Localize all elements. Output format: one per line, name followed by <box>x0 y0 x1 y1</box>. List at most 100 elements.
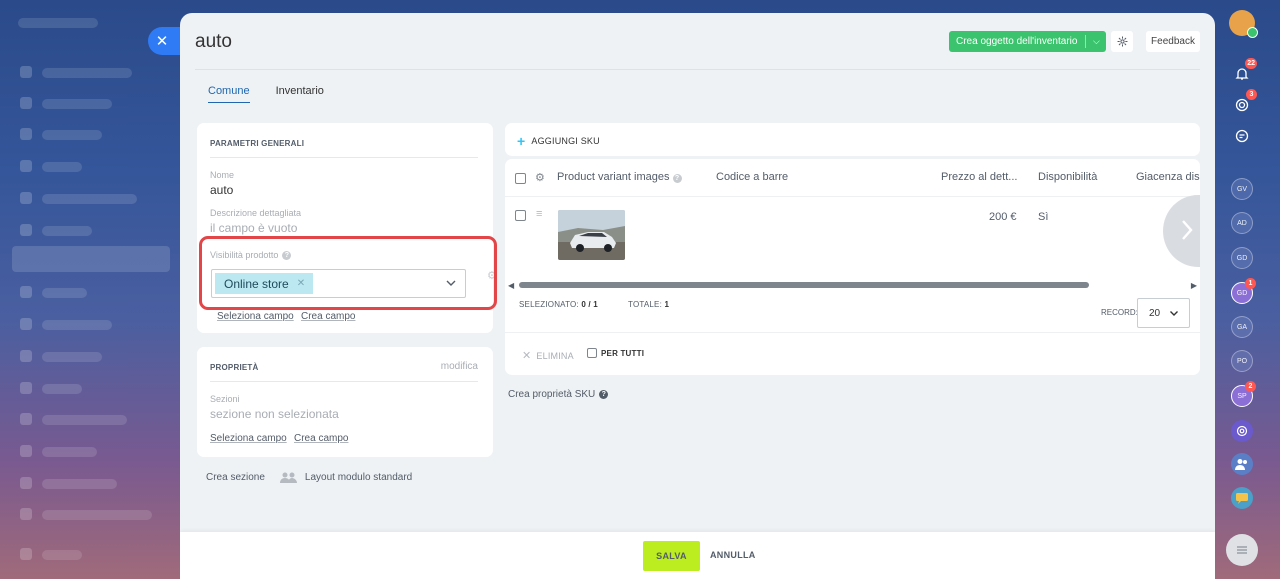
horizontal-scrollbar[interactable] <box>519 282 1089 288</box>
selected-count: SELEZIONATO: 0 / 1 <box>519 300 598 309</box>
tab-inventario[interactable]: Inventario <box>276 85 324 103</box>
row-checkbox[interactable] <box>515 210 526 221</box>
close-icon: ✕ <box>155 33 169 50</box>
chat-icon <box>1235 129 1249 143</box>
select-field-link[interactable]: Seleziona campo <box>210 433 287 444</box>
records-per-page-select[interactable]: 20 <box>1137 298 1190 328</box>
menu-row <box>42 320 112 330</box>
properties-card: PROPRIETÀ modifica Sezioni sezione non s… <box>197 347 493 457</box>
sku-table-card: ⚙ Product variant images ? Codice a barr… <box>505 159 1200 375</box>
contact-avatar-ad[interactable]: AD <box>1231 212 1253 234</box>
sections-value[interactable]: sezione non selezionata <box>210 407 339 421</box>
tab-comune[interactable]: Comune <box>208 85 250 103</box>
add-sku-button[interactable]: + AGGIUNGI SKU <box>517 133 600 149</box>
settings-button[interactable] <box>1111 31 1133 52</box>
users-icon <box>279 472 297 483</box>
menu-row <box>42 162 82 172</box>
channel-button[interactable] <box>1231 420 1253 442</box>
user-avatar[interactable] <box>1229 10 1258 38</box>
contact-avatar-ga[interactable]: GA <box>1231 316 1253 338</box>
column-header-images[interactable]: Product variant images ? <box>557 171 682 183</box>
menu-dot <box>20 413 32 425</box>
contact-avatar-gd-2[interactable]: GD 1 <box>1231 278 1256 304</box>
delete-button[interactable]: ✕ ELIMINA <box>522 349 574 362</box>
avatar-badge: 2 <box>1245 381 1256 392</box>
header-divider <box>195 69 1200 70</box>
records-value: 20 <box>1149 307 1161 319</box>
for-all-checkbox-box[interactable] <box>587 348 597 358</box>
column-header-stock[interactable]: Giacenza disp <box>1136 171 1200 183</box>
create-sku-property-link[interactable]: Crea proprietà SKU ? <box>508 389 609 400</box>
message-icon <box>1236 493 1248 504</box>
scroll-left-arrow-icon[interactable]: ◀ <box>508 281 514 290</box>
visibility-select[interactable]: Online store ✕ <box>211 269 466 298</box>
visibility-tag: Online store ✕ <box>215 273 314 294</box>
row-price[interactable]: 200 € <box>989 211 1017 223</box>
create-inventory-object-button[interactable]: Crea oggetto dell'inventario ⌵ <box>949 31 1107 52</box>
select-field-link[interactable]: Seleziona campo <box>217 311 294 322</box>
help-icon[interactable]: ? <box>672 174 682 183</box>
notifications-button[interactable]: 22 <box>1231 58 1257 85</box>
create-section-link[interactable]: Crea sezione <box>206 472 265 483</box>
cancel-button[interactable]: ANNULLA <box>710 550 756 560</box>
for-all-label: PER TUTTI <box>601 348 645 358</box>
column-settings-gear-icon[interactable]: ⚙ <box>535 171 545 184</box>
add-sku-label: AGGIUNGI SKU <box>531 136 600 146</box>
help-icon[interactable]: ? <box>282 250 292 260</box>
selected-label: SELEZIONATO: <box>519 300 579 309</box>
column-header-price[interactable]: Prezzo al dett... <box>941 171 1017 183</box>
menu-dot <box>20 160 32 172</box>
tabs: Comune Inventario <box>208 85 324 103</box>
section-title-properties: PROPRIETÀ <box>210 363 259 372</box>
chevron-down-icon[interactable]: ⌵ <box>1086 36 1106 47</box>
chevron-right-icon <box>1182 220 1193 240</box>
add-sku-card: + AGGIUNGI SKU <box>505 123 1200 156</box>
contact-avatar-gd[interactable]: GD <box>1231 247 1253 269</box>
select-all-checkbox[interactable] <box>515 173 526 184</box>
save-button[interactable]: SALVA <box>643 541 700 571</box>
create-field-link[interactable]: Crea campo <box>294 433 348 444</box>
total-label: TOTALE: <box>628 300 663 309</box>
car-image <box>558 210 625 260</box>
online-status-icon <box>1247 27 1258 38</box>
sections-label: Sezioni <box>210 394 240 404</box>
menu-dot <box>20 382 32 394</box>
menu-dot <box>20 477 32 489</box>
description-value[interactable]: il campo è vuoto <box>210 221 297 235</box>
column-header-images-label: Product variant images <box>557 171 670 183</box>
activity-button[interactable]: 3 <box>1231 89 1257 116</box>
open-channel-button[interactable] <box>1231 487 1253 509</box>
menu-dot <box>20 286 32 298</box>
create-field-link[interactable]: Crea campo <box>301 311 355 322</box>
column-header-barcode[interactable]: Codice a barre <box>716 171 788 183</box>
contact-avatar-sp[interactable]: SP 2 <box>1231 381 1256 407</box>
group-chat-button[interactable] <box>1231 453 1253 475</box>
feedback-button[interactable]: Feedback <box>1146 31 1200 52</box>
field-settings-gear-icon[interactable]: ⚙ <box>487 269 497 282</box>
avatar-initials: GD <box>1236 289 1248 297</box>
delete-label: ELIMINA <box>536 350 574 361</box>
chat-button[interactable] <box>1231 125 1253 147</box>
avatar-initials: SP <box>1237 392 1247 400</box>
scroll-right-button[interactable] <box>1163 195 1200 267</box>
row-availability[interactable]: Sì <box>1038 211 1048 223</box>
records-label: RECORD: <box>1101 308 1138 317</box>
messenger-button[interactable] <box>1226 534 1258 566</box>
drag-handle-icon[interactable]: ≡ <box>536 208 542 220</box>
edit-properties-link[interactable]: modifica <box>441 361 478 372</box>
menu-row <box>42 99 112 109</box>
layout-standard-link[interactable]: Layout modulo standard <box>279 472 412 483</box>
help-icon[interactable]: ? <box>599 390 609 399</box>
name-value[interactable]: auto <box>210 183 233 197</box>
remove-tag-icon[interactable]: ✕ <box>297 278 305 289</box>
table-footer-divider <box>505 332 1200 333</box>
contact-avatar-gv[interactable]: GV <box>1231 178 1253 200</box>
for-all-checkbox[interactable]: PER TUTTI <box>587 348 644 358</box>
contact-avatar-po[interactable]: PO <box>1231 350 1253 372</box>
column-header-availability[interactable]: Disponibilità <box>1038 171 1097 183</box>
variant-image[interactable] <box>558 210 625 260</box>
close-slider-button[interactable]: ✕ <box>148 27 182 55</box>
scroll-right-arrow-icon[interactable]: ▶ <box>1191 281 1197 290</box>
chevron-down-icon[interactable] <box>445 277 457 289</box>
right-rail: 22 3 GV AD GD GD 1 GA PO SP 2 <box>1222 0 1280 579</box>
